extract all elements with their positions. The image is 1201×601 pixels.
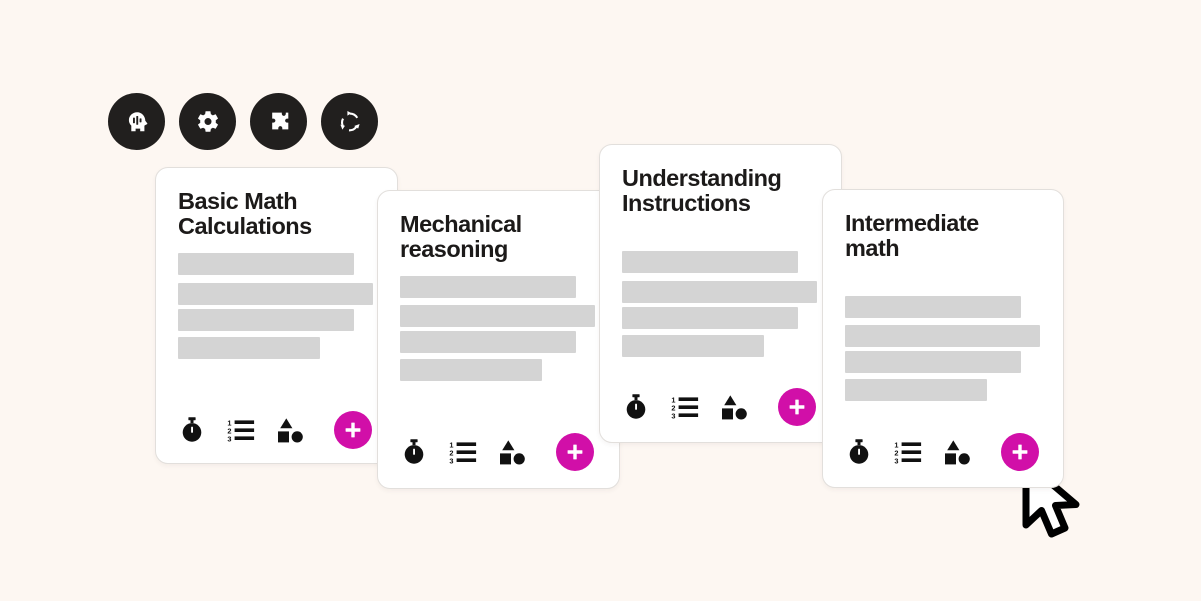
canvas: Basic Math Calculations 1 2 3 Mechanical… — [0, 0, 1201, 601]
placeholder-line — [845, 296, 1021, 318]
shapes-icon[interactable] — [720, 392, 748, 422]
svg-text:3: 3 — [671, 412, 675, 420]
placeholder-line — [178, 309, 354, 331]
card-toolbar: 1 2 3 — [400, 433, 600, 471]
add-button[interactable] — [556, 433, 594, 471]
gear-icon-button[interactable] — [179, 93, 236, 150]
add-button[interactable] — [1001, 433, 1039, 471]
placeholder-line — [400, 331, 576, 353]
head-profile-icon-button[interactable] — [108, 93, 165, 150]
numbered-list-icon[interactable]: 1 2 3 — [671, 392, 699, 422]
shapes-icon[interactable] — [943, 437, 971, 467]
shapes-icon[interactable] — [276, 415, 304, 445]
head-profile-icon — [122, 107, 152, 137]
card-title: Intermediate math — [845, 210, 979, 262]
category-icon-row — [108, 93, 378, 150]
placeholder-line — [400, 359, 542, 381]
card-title: Understanding Instructions — [622, 165, 782, 217]
stopwatch-icon[interactable] — [845, 437, 873, 467]
placeholder-line — [845, 351, 1021, 373]
numbered-list-icon[interactable]: 1 2 3 — [449, 437, 477, 467]
card-toolbar: 1 2 3 — [178, 411, 378, 449]
placeholder-line — [622, 307, 798, 329]
recycle-arrows-icon — [335, 107, 365, 137]
recycle-arrows-icon-button[interactable] — [321, 93, 378, 150]
placeholder-line — [622, 335, 764, 357]
card-title: Mechanical reasoning — [400, 211, 522, 263]
card-title: Basic Math Calculations — [178, 188, 312, 240]
placeholder-line — [178, 253, 354, 275]
placeholder-line — [178, 337, 320, 359]
svg-text:3: 3 — [227, 435, 231, 443]
placeholder-line — [400, 305, 595, 327]
placeholder-line — [622, 281, 817, 303]
add-button[interactable] — [778, 388, 816, 426]
placeholder-line — [400, 276, 576, 298]
placeholder-line — [845, 325, 1040, 347]
card-toolbar: 1 2 3 — [622, 388, 822, 426]
stopwatch-icon[interactable] — [178, 415, 206, 445]
stopwatch-icon[interactable] — [622, 392, 650, 422]
numbered-list-icon[interactable]: 1 2 3 — [227, 415, 255, 445]
card-toolbar: 1 2 3 — [845, 433, 1045, 471]
svg-text:3: 3 — [449, 457, 453, 465]
placeholder-line — [845, 379, 987, 401]
gear-icon — [193, 107, 223, 137]
puzzle-piece-icon — [264, 107, 294, 137]
add-button[interactable] — [334, 411, 372, 449]
stopwatch-icon[interactable] — [400, 437, 428, 467]
puzzle-piece-icon-button[interactable] — [250, 93, 307, 150]
shapes-icon[interactable] — [498, 437, 526, 467]
placeholder-line — [622, 251, 798, 273]
svg-text:3: 3 — [894, 457, 898, 465]
numbered-list-icon[interactable]: 1 2 3 — [894, 437, 922, 467]
placeholder-line — [178, 283, 373, 305]
